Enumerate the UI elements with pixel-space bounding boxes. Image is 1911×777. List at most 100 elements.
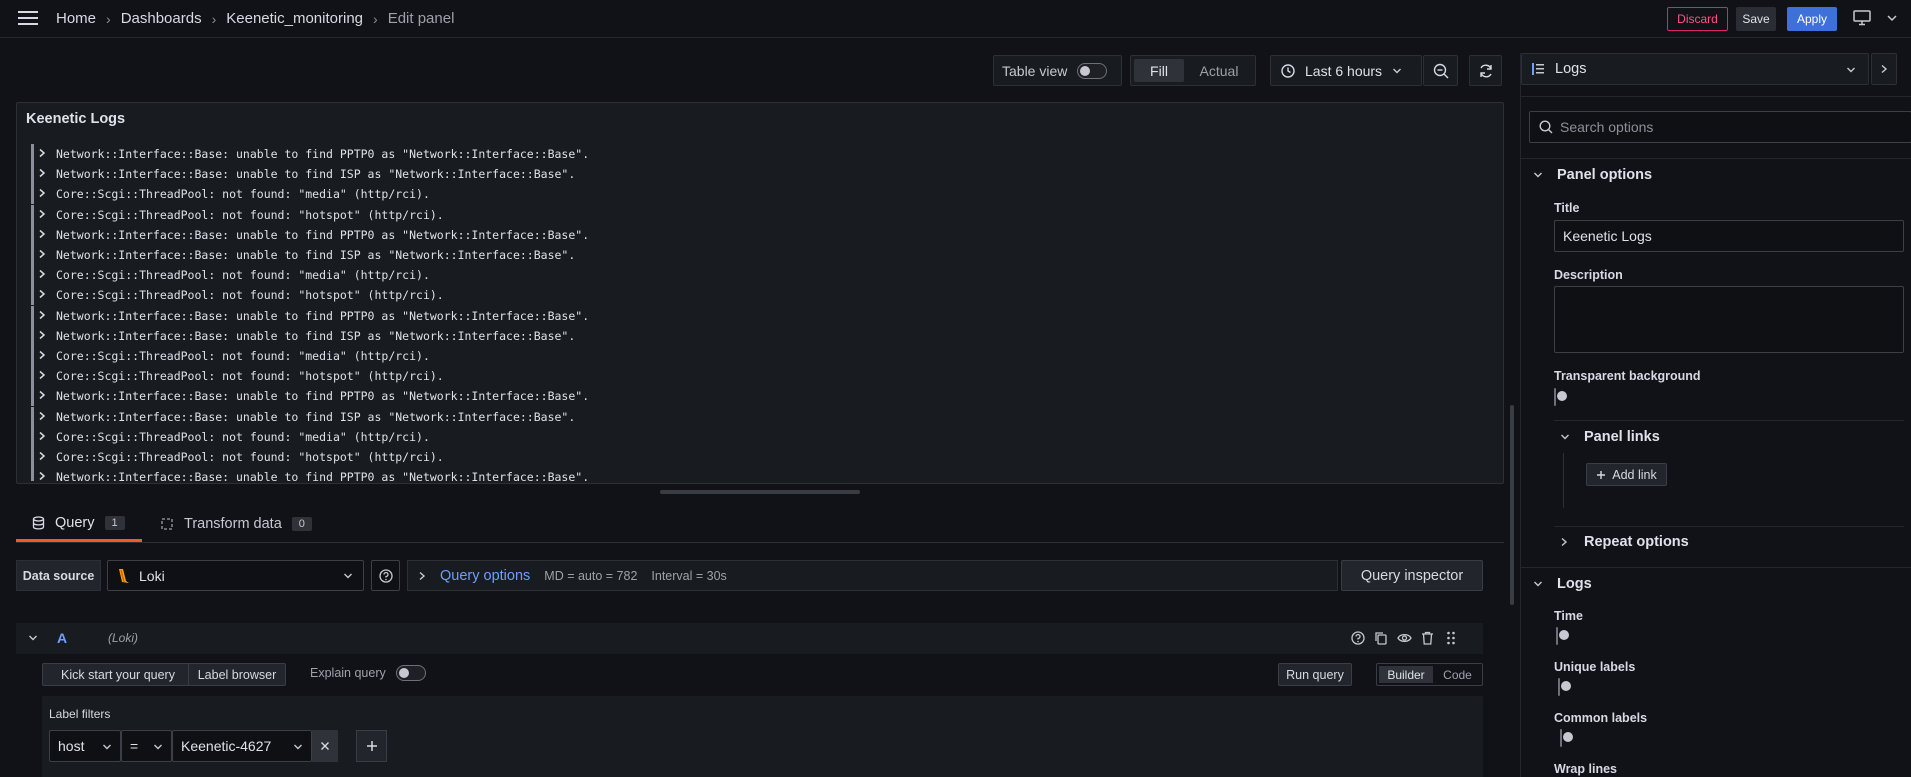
log-row[interactable]: Network::Interface::Base: unable to find… xyxy=(17,305,1477,326)
query-ref-source: (Loki) xyxy=(108,631,139,645)
chevron-right-icon xyxy=(38,390,46,400)
label-operator-select[interactable]: = xyxy=(121,730,172,762)
chevron-right-icon xyxy=(1560,537,1568,547)
log-row[interactable]: Core::Scgi::ThreadPool: not found: "medi… xyxy=(17,346,1477,366)
add-filter-button[interactable] xyxy=(356,730,387,762)
options-pane: Logs Search options Panel options Title … xyxy=(1520,53,1911,777)
breadcrumb: Home › Dashboards › Keenetic_monitoring … xyxy=(56,10,454,27)
code-mode-button[interactable]: Code xyxy=(1435,666,1480,683)
builder-mode-button[interactable]: Builder xyxy=(1379,666,1433,683)
log-row[interactable]: Network::Interface::Base: unable to find… xyxy=(17,164,1477,185)
query-row-header: A (Loki) xyxy=(16,623,1483,654)
log-row[interactable]: Network::Interface::Base: unable to find… xyxy=(17,386,1477,407)
tab-query[interactable]: Query 1 xyxy=(16,506,142,542)
label-browser-btn[interactable]: Label browser xyxy=(188,663,286,686)
transparent-background-switch[interactable] xyxy=(1554,388,1556,406)
log-row[interactable]: Core::Scgi::ThreadPool: not found: "hots… xyxy=(17,204,1477,225)
log-row[interactable]: Network::Interface::Base: unable to find… xyxy=(17,406,1477,427)
chevron-right-icon xyxy=(38,229,46,239)
unique-labels-switch[interactable] xyxy=(1558,678,1560,696)
visualization-name: Logs xyxy=(1555,61,1587,77)
data-source-select[interactable]: Loki xyxy=(107,560,364,591)
editor-scrollbar[interactable] xyxy=(1510,405,1514,605)
log-level-bar xyxy=(31,245,34,265)
common-labels-switch[interactable] xyxy=(1560,729,1562,747)
chevron-right-icon xyxy=(38,431,46,441)
table-view-switch[interactable] xyxy=(1077,62,1108,79)
log-row[interactable]: Core::Scgi::ThreadPool: not found: "medi… xyxy=(17,426,1477,447)
search-options-input[interactable]: Search options xyxy=(1529,111,1911,143)
discard-button[interactable]: Discard xyxy=(1667,7,1728,31)
explain-query-toggle[interactable]: Explain query xyxy=(310,665,426,681)
chevron-right-icon xyxy=(38,350,46,360)
refresh-button[interactable] xyxy=(1469,55,1502,86)
table-view-toggle[interactable]: Table view xyxy=(993,55,1122,86)
chevron-down-icon[interactable] xyxy=(1886,13,1898,23)
unique-labels-label: Unique labels xyxy=(1554,660,1636,674)
zoom-out-button[interactable] xyxy=(1423,55,1458,86)
time-switch[interactable] xyxy=(1556,627,1558,645)
drag-handle-icon[interactable] xyxy=(1446,630,1456,646)
log-row[interactable]: Network::Interface::Base: unable to find… xyxy=(17,224,1477,245)
log-row[interactable]: Network::Interface::Base: unable to find… xyxy=(17,144,1477,164)
chevron-right-icon xyxy=(38,148,46,158)
log-row[interactable]: Core::Scgi::ThreadPool: not found: "medi… xyxy=(17,184,1477,205)
collapse-icon[interactable] xyxy=(28,634,38,642)
kick-start-button[interactable]: Kick start your query xyxy=(42,663,194,686)
log-row[interactable]: Core::Scgi::ThreadPool: not found: "hots… xyxy=(17,366,1477,387)
log-row[interactable]: Core::Scgi::ThreadPool: not found: "medi… xyxy=(17,265,1477,286)
chevron-down-icon xyxy=(153,743,163,751)
log-text: Core::Scgi::ThreadPool: not found: "medi… xyxy=(56,187,430,202)
fill-button[interactable]: Fill xyxy=(1134,59,1184,82)
query-options-link[interactable]: Query options xyxy=(440,568,530,584)
apply-button[interactable]: Apply xyxy=(1787,7,1837,31)
data-source-help-button[interactable] xyxy=(371,560,400,591)
breadcrumb-home[interactable]: Home xyxy=(56,10,96,27)
log-row[interactable]: Network::Interface::Base: unable to find… xyxy=(17,325,1477,346)
help-icon[interactable] xyxy=(1351,631,1365,645)
copy-icon[interactable] xyxy=(1374,631,1388,645)
collapse-options-button[interactable] xyxy=(1871,53,1897,85)
chevron-right-icon: › xyxy=(211,10,217,27)
explain-query-switch[interactable] xyxy=(395,665,426,681)
label-key-select[interactable]: host xyxy=(49,730,121,762)
breadcrumb-dashboard[interactable]: Keenetic_monitoring xyxy=(226,10,363,27)
remove-filter-button[interactable] xyxy=(312,730,338,762)
visualization-picker[interactable]: Logs xyxy=(1521,53,1869,85)
log-row[interactable]: Network::Interface::Base: unable to find… xyxy=(17,467,1477,481)
logs-options-header[interactable]: Logs xyxy=(1533,576,1592,592)
query-inspector-button[interactable]: Query inspector xyxy=(1341,560,1483,591)
query-options-bar[interactable]: Query options MD = auto = 782 Interval =… xyxy=(407,560,1338,591)
description-textarea[interactable] xyxy=(1554,286,1904,353)
panel-options-header[interactable]: Panel options xyxy=(1533,167,1652,183)
menu-icon[interactable] xyxy=(18,10,38,26)
panel-resize-handle[interactable] xyxy=(660,490,860,494)
save-button[interactable]: Save xyxy=(1736,7,1776,31)
log-lines: Network::Interface::Base: unable to find… xyxy=(17,144,1503,481)
chevron-right-icon xyxy=(38,289,46,299)
panel-links-header[interactable]: Panel links xyxy=(1560,429,1660,445)
tab-transform[interactable]: Transform data 0 xyxy=(160,506,330,542)
title-input[interactable]: Keenetic Logs xyxy=(1554,220,1904,252)
top-bar: Home › Dashboards › Keenetic_monitoring … xyxy=(0,0,1911,38)
eye-icon[interactable] xyxy=(1397,631,1412,645)
trash-icon[interactable] xyxy=(1421,631,1434,645)
transparent-background-label: Transparent background xyxy=(1554,369,1701,383)
repeat-options-header[interactable]: Repeat options xyxy=(1560,534,1689,550)
add-link-button[interactable]: Add link xyxy=(1586,463,1667,486)
monitor-icon[interactable] xyxy=(1853,10,1871,26)
log-text: Core::Scgi::ThreadPool: not found: "medi… xyxy=(56,349,430,363)
label-value-select[interactable]: Keenetic-4627 xyxy=(172,730,312,762)
log-row[interactable]: Core::Scgi::ThreadPool: not found: "hots… xyxy=(17,285,1477,306)
chevron-right-icon xyxy=(1880,64,1888,74)
help-icon xyxy=(378,568,393,583)
divider xyxy=(1554,420,1904,421)
query-ref-id[interactable]: A xyxy=(57,630,67,646)
run-query-button[interactable]: Run query xyxy=(1278,663,1352,686)
time-picker[interactable]: Last 6 hours xyxy=(1270,55,1422,86)
log-row[interactable]: Core::Scgi::ThreadPool: not found: "hots… xyxy=(17,447,1477,467)
actual-button[interactable]: Actual xyxy=(1186,59,1252,82)
breadcrumb-dashboards[interactable]: Dashboards xyxy=(121,10,202,27)
log-row[interactable]: Network::Interface::Base: unable to find… xyxy=(17,245,1477,265)
log-text: Network::Interface::Base: unable to find… xyxy=(56,409,576,424)
